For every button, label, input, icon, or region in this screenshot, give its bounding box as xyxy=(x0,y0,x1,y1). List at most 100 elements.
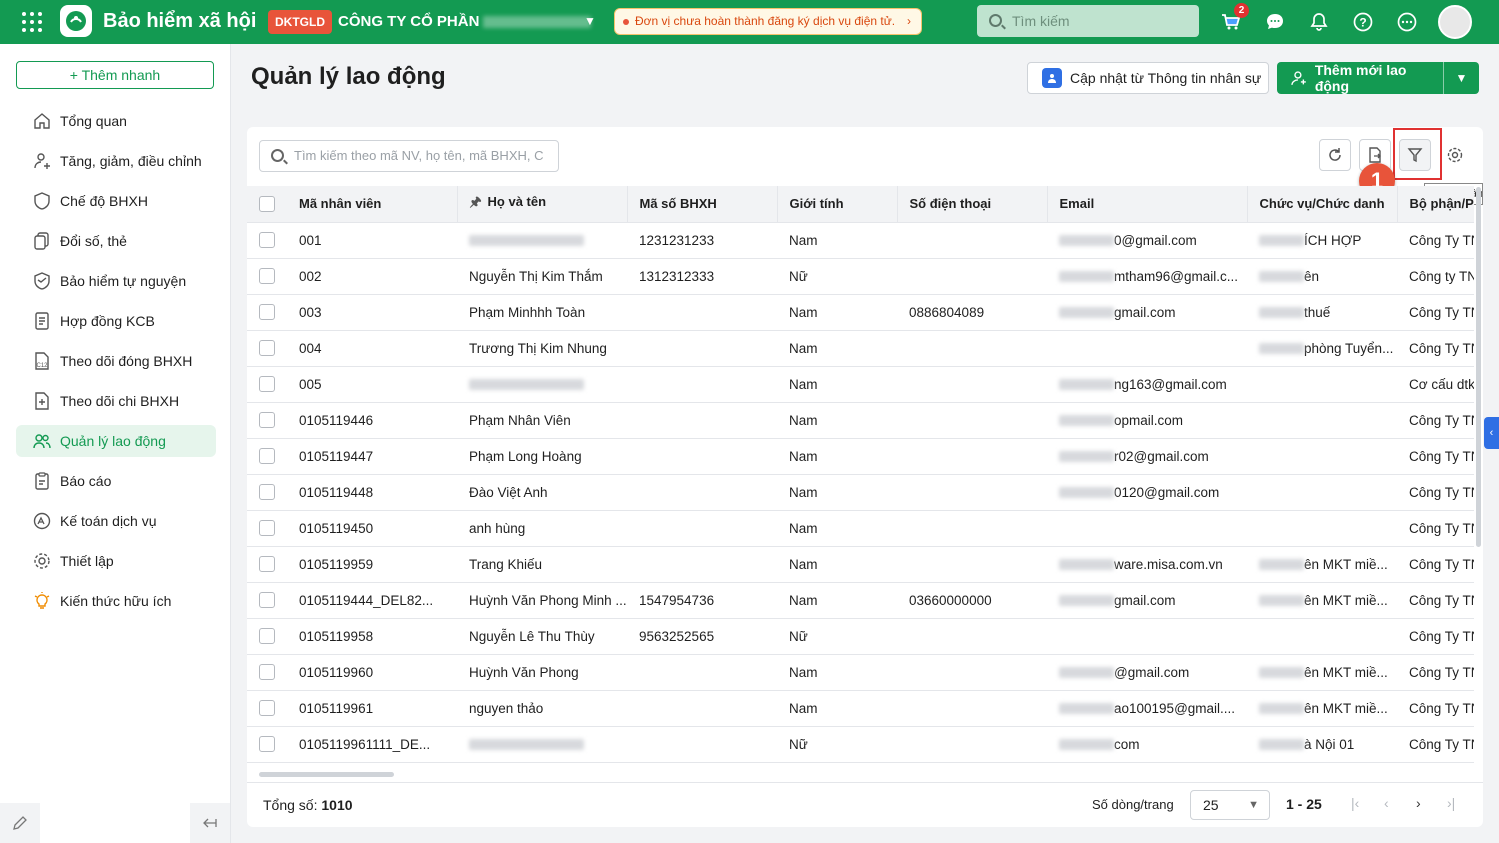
column-header[interactable]: 🖈 Họ và tên xyxy=(457,186,628,223)
user-avatar[interactable] xyxy=(1438,5,1472,39)
row-checkbox[interactable] xyxy=(259,304,275,321)
column-header[interactable]: Bộ phận/Phòng ban xyxy=(1397,186,1474,223)
last-page-icon[interactable]: ›| xyxy=(1447,795,1455,811)
pin-icon[interactable]: 🖈 xyxy=(470,194,482,209)
bell-icon[interactable] xyxy=(1307,10,1331,34)
collapse-sidebar-icon[interactable] xyxy=(190,803,230,843)
prev-page-icon[interactable]: ‹ xyxy=(1384,795,1389,811)
sidebar-item-kcb-contract[interactable]: Hợp đồng KCB xyxy=(16,305,216,337)
row-select-cell[interactable] xyxy=(247,474,287,511)
row-checkbox[interactable] xyxy=(259,376,275,393)
table-row[interactable]: 0105119450 anh hùng Nam Công Ty TNHH xyxy=(247,510,1474,547)
sidebar-item-overview[interactable]: Tổng quan xyxy=(16,105,216,137)
row-select-cell[interactable] xyxy=(247,330,287,367)
table-row[interactable]: 0105119447 Phạm Long Hoàng Nam r02@gmail.co… xyxy=(247,438,1474,475)
table-row[interactable]: 002 Nguyễn Thị Kim Thắm 1312312333 Nữ mtham9… xyxy=(247,258,1474,295)
table-row[interactable]: 004 Trương Thị Kim Nhung Nam phòng Tuyển...… xyxy=(247,330,1474,367)
column-header[interactable]: Mã số BHXH xyxy=(627,186,778,223)
chevron-down-icon[interactable]: ▼ xyxy=(584,14,596,28)
more-icon[interactable] xyxy=(1395,10,1419,34)
chat-icon[interactable] xyxy=(1263,10,1287,34)
add-employee-button[interactable]: Thêm mới lao động ▼ xyxy=(1277,62,1479,94)
row-select-cell[interactable] xyxy=(247,726,287,763)
cell-bhxh xyxy=(627,330,777,367)
row-select-cell[interactable] xyxy=(247,222,287,259)
row-checkbox[interactable] xyxy=(259,592,275,609)
chevron-down-icon[interactable]: ▼ xyxy=(1444,71,1479,85)
sidebar-item-bhxh-payment[interactable]: C12 Theo dõi đóng BHXH xyxy=(16,345,216,377)
sidebar-item-card-swap[interactable]: Đổi số, thẻ xyxy=(16,225,216,257)
table-row[interactable]: 003 Phạm Minhhh Toàn Nam 0886804089 gmail.co… xyxy=(247,294,1474,331)
rows-per-page-select[interactable]: 25 ▼ xyxy=(1190,790,1270,820)
table-row[interactable]: 0105119448 Đào Việt Anh Nam 0120@gmail.com C… xyxy=(247,474,1474,511)
row-checkbox[interactable] xyxy=(259,628,275,645)
row-checkbox[interactable] xyxy=(259,340,275,357)
service-warning-banner[interactable]: Đơn vị chưa hoàn thành đăng ký dịch vụ đ… xyxy=(614,8,922,35)
table-row[interactable]: 0105119960 Huỳnh Văn Phong Nam @gmail.com ên… xyxy=(247,654,1474,691)
row-select-cell[interactable] xyxy=(247,690,287,727)
help-icon[interactable]: ? xyxy=(1351,10,1375,34)
row-select-cell[interactable] xyxy=(247,438,287,475)
row-checkbox[interactable] xyxy=(259,736,275,753)
sync-hr-button[interactable]: Cập nhật từ Thông tin nhân sự xyxy=(1027,62,1269,94)
row-select-cell[interactable] xyxy=(247,402,287,439)
table-row[interactable]: 0105119961 nguyen thảo Nam ao100195@gmail..… xyxy=(247,690,1474,727)
row-select-cell[interactable] xyxy=(247,294,287,331)
row-select-cell[interactable] xyxy=(247,546,287,583)
row-select-cell[interactable] xyxy=(247,618,287,655)
row-checkbox[interactable] xyxy=(259,412,275,429)
row-checkbox[interactable] xyxy=(259,700,275,717)
select-all-cell[interactable] xyxy=(247,186,287,223)
edit-icon[interactable] xyxy=(0,803,40,843)
next-page-icon[interactable]: › xyxy=(1416,795,1421,811)
column-header[interactable]: Chức vụ/Chức danh xyxy=(1247,186,1398,223)
table-row[interactable]: 001 1231231233 Nam 0@gmail.com ÍCH HỢP Công T… xyxy=(247,222,1474,259)
row-select-cell[interactable] xyxy=(247,258,287,295)
refresh-button[interactable] xyxy=(1319,139,1351,171)
column-header[interactable]: Giới tính xyxy=(777,186,898,223)
row-checkbox[interactable] xyxy=(259,484,275,501)
sidebar-item-bhxh-payout[interactable]: Theo dõi chi BHXH xyxy=(16,385,216,417)
row-checkbox[interactable] xyxy=(259,664,275,681)
row-checkbox[interactable] xyxy=(259,268,275,285)
horizontal-scrollbar[interactable] xyxy=(259,772,394,777)
select-all-checkbox[interactable] xyxy=(259,196,275,213)
row-checkbox[interactable] xyxy=(259,232,275,249)
vertical-scrollbar[interactable] xyxy=(1476,187,1481,547)
row-checkbox[interactable] xyxy=(259,448,275,465)
app-grid-icon[interactable] xyxy=(22,12,42,32)
sidebar-item-knowledge[interactable]: Kiến thức hữu ích xyxy=(16,585,216,617)
sidebar-item-bhxh-regime[interactable]: Chế độ BHXH xyxy=(16,185,216,217)
row-checkbox[interactable] xyxy=(259,556,275,573)
cell-phone xyxy=(897,546,1047,583)
row-select-cell[interactable] xyxy=(247,366,287,403)
column-header[interactable]: Số điện thoại xyxy=(897,186,1048,223)
table-settings-button[interactable] xyxy=(1439,139,1471,171)
column-header[interactable]: Email xyxy=(1047,186,1248,223)
sidebar-item-voluntary[interactable]: Bảo hiểm tự nguyện xyxy=(16,265,216,297)
company-selector[interactable]: CÔNG TY CỔ PHẦN xyxy=(338,13,592,30)
expand-panel-icon[interactable]: ‹ xyxy=(1484,417,1499,449)
table-row[interactable]: 0105119959 Trang Khiếu Nam ware.misa.com.vn… xyxy=(247,546,1474,583)
global-search-input[interactable]: Tìm kiếm xyxy=(977,5,1199,37)
row-checkbox[interactable] xyxy=(259,520,275,537)
table-row[interactable]: 0105119961111_DE... Nữ com à Nội 01 Công Ty … xyxy=(247,726,1474,763)
column-header[interactable]: Mã nhân viên xyxy=(287,186,458,223)
table-row[interactable]: 0105119958 Nguyễn Lê Thu Thùy 9563252565 Nữ… xyxy=(247,618,1474,655)
sidebar-item-adjust[interactable]: Tăng, giảm, điều chỉnh xyxy=(16,145,216,177)
sidebar-item-labor-management[interactable]: Quản lý lao động xyxy=(16,425,216,457)
row-select-cell[interactable] xyxy=(247,654,287,691)
first-page-icon[interactable]: |‹ xyxy=(1351,795,1359,811)
cell-name: Phạm Minhhh Toàn xyxy=(457,294,627,331)
quick-add-button[interactable]: + Thêm nhanh xyxy=(16,61,214,89)
sidebar-item-accounting[interactable]: Kế toán dịch vụ xyxy=(16,505,216,537)
table-row[interactable]: 0105119444_DEL82... Huỳnh Văn Phong Minh … xyxy=(247,582,1474,619)
table-row[interactable]: 005 Nam ng163@gmail.com Cơ cấu dtkt xyxy=(247,366,1474,403)
sidebar-item-report[interactable]: Báo cáo xyxy=(16,465,216,497)
row-select-cell[interactable] xyxy=(247,510,287,547)
row-select-cell[interactable] xyxy=(247,582,287,619)
table-row[interactable]: 0105119446 Phạm Nhân Viên Nam opmail.com Côn… xyxy=(247,402,1474,439)
cell-phone xyxy=(897,474,1047,511)
employee-search-input[interactable]: Tìm kiếm theo mã NV, họ tên, mã BHXH, C xyxy=(259,140,559,172)
sidebar-item-settings[interactable]: Thiết lập xyxy=(16,545,216,577)
